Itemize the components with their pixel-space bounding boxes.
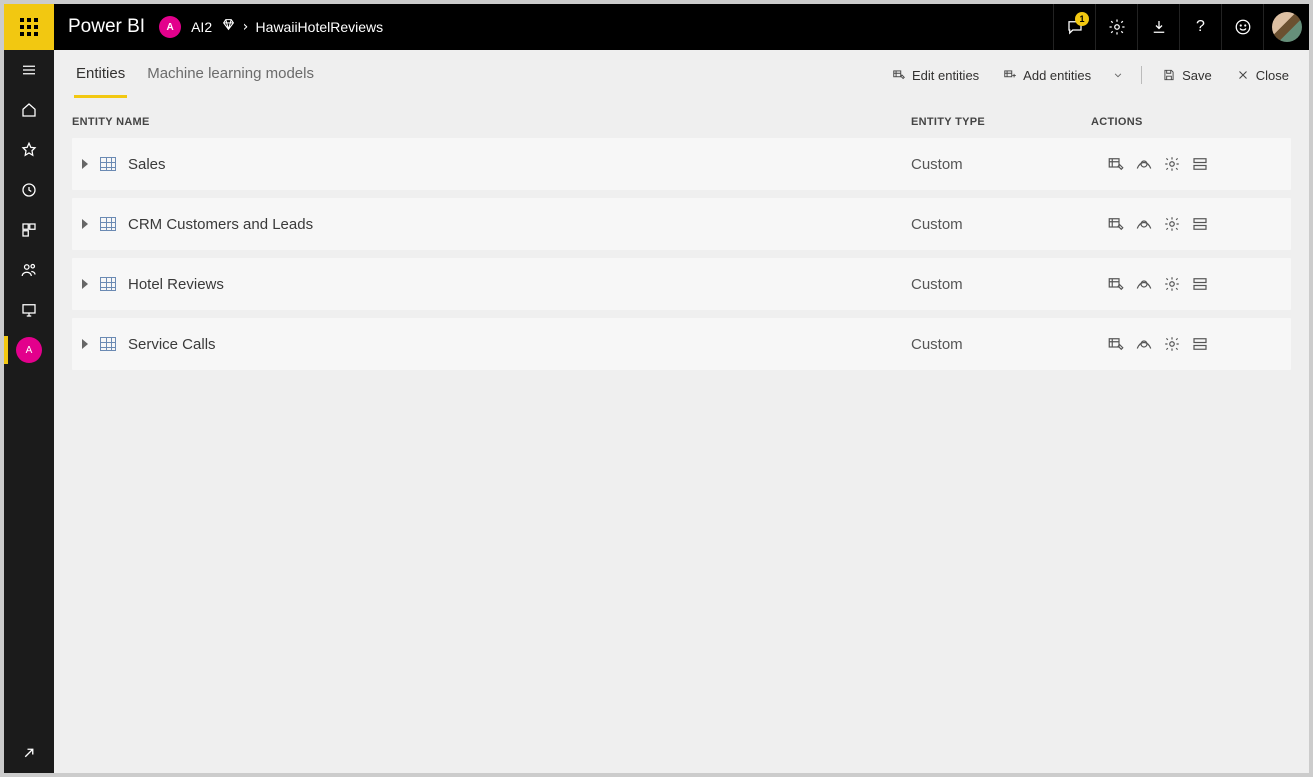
insights-icon[interactable] — [1135, 156, 1153, 172]
star-icon — [20, 141, 38, 159]
edit-query-icon[interactable] — [1107, 336, 1125, 352]
table-row[interactable]: Sales Custom — [72, 138, 1291, 190]
nav-rail: A — [4, 50, 54, 773]
waffle-icon — [20, 18, 38, 36]
table-row[interactable]: Hotel Reviews Custom — [72, 258, 1291, 310]
people-icon — [20, 261, 38, 279]
nav-recent-button[interactable] — [4, 170, 54, 210]
save-icon — [1162, 68, 1176, 82]
entity-type: Custom — [911, 156, 1091, 173]
workspace-name[interactable]: AI2 — [191, 19, 212, 35]
properties-icon[interactable] — [1191, 336, 1209, 352]
breadcrumb-current: HawaiiHotelReviews — [256, 19, 384, 35]
add-entities-button[interactable]: Add entities — [993, 62, 1101, 89]
add-entities-icon — [1003, 68, 1017, 82]
settings-icon[interactable] — [1163, 276, 1181, 292]
settings-button[interactable] — [1095, 4, 1137, 50]
monitor-icon — [20, 301, 38, 319]
feedback-button[interactable] — [1221, 4, 1263, 50]
smile-icon — [1234, 18, 1252, 36]
edit-entities-button[interactable]: Edit entities — [882, 62, 989, 89]
table-icon — [100, 277, 116, 291]
nav-current-workspace-button[interactable]: A — [4, 330, 54, 370]
insights-icon[interactable] — [1135, 216, 1153, 232]
help-icon: ? — [1196, 18, 1205, 36]
nav-favorites-button[interactable] — [4, 130, 54, 170]
settings-icon[interactable] — [1163, 156, 1181, 172]
notification-badge: 1 — [1075, 12, 1089, 26]
expand-arrow-icon — [20, 744, 38, 762]
nav-workspaces-button[interactable] — [4, 290, 54, 330]
table-row[interactable]: CRM Customers and Leads Custom — [72, 198, 1291, 250]
table-icon — [100, 157, 116, 171]
app-launcher-button[interactable] — [4, 4, 54, 50]
save-button[interactable]: Save — [1152, 62, 1222, 89]
nav-home-button[interactable] — [4, 90, 54, 130]
entity-name: CRM Customers and Leads — [128, 216, 313, 233]
edit-query-icon[interactable] — [1107, 156, 1125, 172]
workspace-badge[interactable]: A — [159, 16, 181, 38]
expand-row-icon[interactable] — [82, 339, 88, 349]
app-title: Power BI — [54, 16, 159, 38]
expand-row-icon[interactable] — [82, 279, 88, 289]
close-button[interactable]: Close — [1226, 62, 1299, 89]
edit-query-icon[interactable] — [1107, 276, 1125, 292]
entity-name: Hotel Reviews — [128, 276, 224, 293]
entity-name: Service Calls — [128, 336, 216, 353]
entity-type: Custom — [911, 336, 1091, 353]
properties-icon[interactable] — [1191, 276, 1209, 292]
insights-icon[interactable] — [1135, 276, 1153, 292]
hamburger-icon — [20, 61, 38, 79]
user-avatar — [1272, 12, 1302, 42]
entity-type: Custom — [911, 276, 1091, 293]
table-icon — [100, 337, 116, 351]
download-button[interactable] — [1137, 4, 1179, 50]
breadcrumb-separator-icon: › — [241, 19, 249, 35]
clock-icon — [20, 181, 38, 199]
edit-entities-icon — [892, 68, 906, 82]
nav-shared-button[interactable] — [4, 250, 54, 290]
notifications-button[interactable]: 1 — [1053, 4, 1095, 50]
add-entities-dropdown-button[interactable] — [1105, 62, 1131, 88]
help-button[interactable]: ? — [1179, 4, 1221, 50]
chevron-down-icon — [1111, 68, 1125, 82]
column-header-name: ENTITY NAME — [72, 116, 911, 128]
settings-icon[interactable] — [1163, 336, 1181, 352]
table-icon — [100, 217, 116, 231]
download-icon — [1150, 18, 1168, 36]
premium-diamond-icon — [222, 18, 235, 36]
column-header-actions: ACTIONS — [1091, 116, 1291, 128]
tab-entities[interactable]: Entities — [74, 52, 127, 98]
column-header-type: ENTITY TYPE — [911, 116, 1091, 128]
expand-row-icon[interactable] — [82, 219, 88, 229]
expand-row-icon[interactable] — [82, 159, 88, 169]
workspace-rail-badge: A — [16, 337, 42, 363]
entity-type: Custom — [911, 216, 1091, 233]
close-icon — [1236, 68, 1250, 82]
settings-icon[interactable] — [1163, 216, 1181, 232]
nav-expand-button[interactable] — [4, 733, 54, 773]
entity-name: Sales — [128, 156, 166, 173]
properties-icon[interactable] — [1191, 216, 1209, 232]
table-row[interactable]: Service Calls Custom — [72, 318, 1291, 370]
apps-icon — [20, 221, 38, 239]
user-profile-button[interactable] — [1263, 4, 1309, 50]
workspace-initial: A — [166, 22, 173, 33]
nav-apps-button[interactable] — [4, 210, 54, 250]
toolbar-separator — [1141, 66, 1142, 84]
properties-icon[interactable] — [1191, 156, 1209, 172]
edit-query-icon[interactable] — [1107, 216, 1125, 232]
home-icon — [20, 101, 38, 119]
tab-machine-learning-models[interactable]: Machine learning models — [145, 52, 316, 98]
nav-toggle-button[interactable] — [4, 50, 54, 90]
insights-icon[interactable] — [1135, 336, 1153, 352]
gear-icon — [1108, 18, 1126, 36]
